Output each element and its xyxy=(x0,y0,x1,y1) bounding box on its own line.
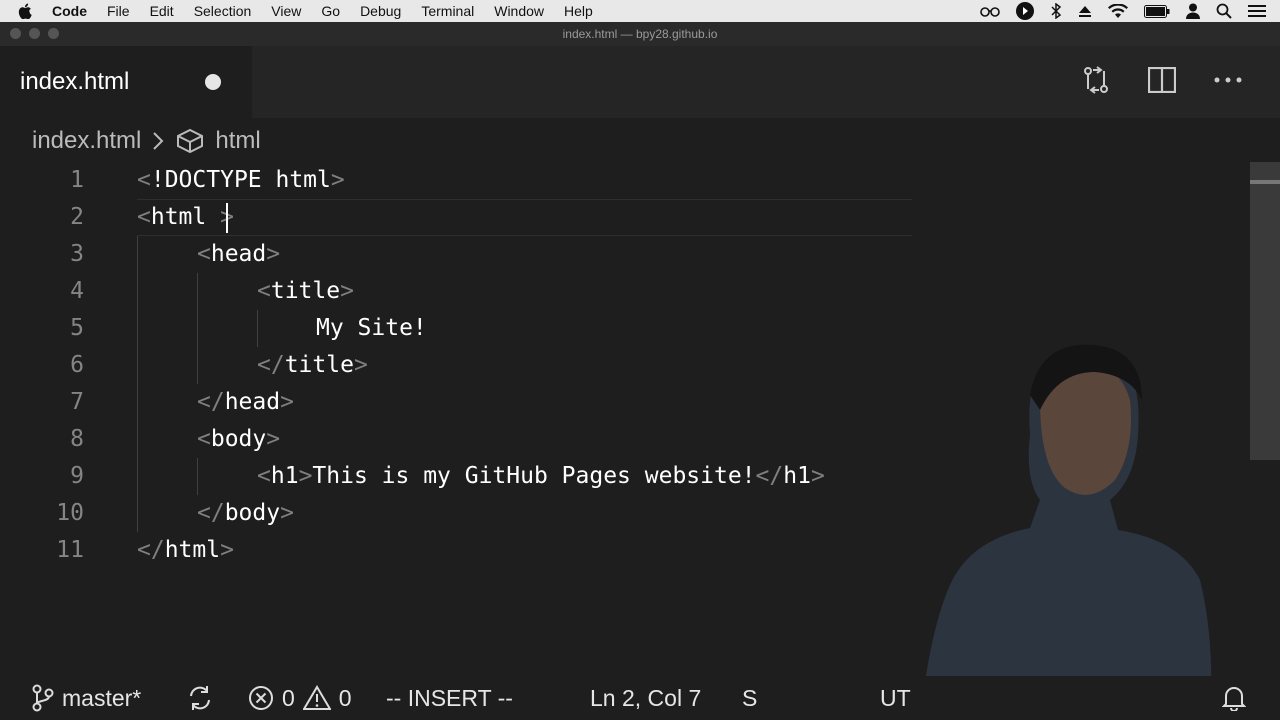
menu-file[interactable]: File xyxy=(107,3,130,19)
code-line: 4 <title> xyxy=(0,273,1250,310)
apple-icon[interactable] xyxy=(18,3,32,19)
play-circle-icon[interactable] xyxy=(1016,2,1034,20)
close-window-button[interactable] xyxy=(10,28,21,39)
bell-icon xyxy=(1222,687,1246,711)
menu-help[interactable]: Help xyxy=(564,3,593,19)
menu-edit[interactable]: Edit xyxy=(150,3,174,19)
error-icon xyxy=(249,686,273,710)
code-text: </html> xyxy=(137,537,234,563)
split-editor-icon[interactable] xyxy=(1146,64,1178,96)
menubar-status-area xyxy=(980,0,1266,22)
line-number: 9 xyxy=(70,463,84,489)
editor-tab-index-html[interactable]: index.html xyxy=(0,46,252,118)
code-text: </head> xyxy=(197,389,294,415)
status-item-partial-right-text: UT xyxy=(880,684,911,711)
line-number: 7 xyxy=(70,389,84,415)
status-item-partial[interactable]: S xyxy=(742,684,757,712)
code-line: 3 <head> xyxy=(0,236,1250,273)
editor-actions xyxy=(1080,64,1244,96)
warning-icon xyxy=(302,685,331,710)
chevron-right-icon xyxy=(153,132,164,150)
line-number: 10 xyxy=(56,500,84,526)
text-cursor xyxy=(226,203,228,233)
code-text: <body> xyxy=(197,426,281,452)
line-number: 8 xyxy=(70,426,84,452)
code-text: My Site! xyxy=(316,315,427,341)
line-number: 2 xyxy=(70,204,84,230)
menu-terminal[interactable]: Terminal xyxy=(421,3,474,19)
list-icon[interactable] xyxy=(1248,4,1266,18)
status-item-partial-right[interactable]: UT xyxy=(880,684,911,712)
menu-bar: Code File Edit Selection View Go Debug T… xyxy=(0,0,1280,22)
menu-code[interactable]: Code xyxy=(52,3,87,19)
scrollbar-thumb[interactable] xyxy=(1250,180,1280,184)
line-number: 5 xyxy=(70,315,84,341)
search-icon[interactable] xyxy=(1216,3,1232,19)
code-text: <title> xyxy=(257,278,354,304)
vim-mode: -- INSERT -- xyxy=(386,684,513,711)
glasses-icon[interactable] xyxy=(980,5,1000,17)
menu-view[interactable]: View xyxy=(271,3,301,19)
breadcrumb: index.html html xyxy=(32,122,261,160)
cursor-position[interactable]: Ln 2, Col 7 xyxy=(590,684,701,712)
code-text: <html > xyxy=(137,204,234,230)
code-line: 2 <html > xyxy=(0,199,1250,236)
minimize-window-button[interactable] xyxy=(29,28,40,39)
unsaved-dot-icon[interactable] xyxy=(205,74,221,90)
code-text: </body> xyxy=(197,500,294,526)
wifi-icon[interactable] xyxy=(1108,4,1128,18)
branch-name: master* xyxy=(62,684,142,711)
editor-tab-bar: index.html xyxy=(0,46,1280,118)
status-bar: master* 0 0 -- INSERT -- Ln 2, Col 7 S U… xyxy=(0,676,1280,720)
compare-changes-icon[interactable] xyxy=(1080,64,1112,96)
vim-mode-indicator: -- INSERT -- xyxy=(386,684,513,712)
window-title: index.html — bpy28.github.io xyxy=(562,27,718,41)
breadcrumb-symbol[interactable]: html xyxy=(215,127,260,155)
line-number: 11 xyxy=(56,537,84,563)
menu-selection[interactable]: Selection xyxy=(194,3,252,19)
menu-go[interactable]: Go xyxy=(321,3,340,19)
code-text: <!DOCTYPE html> xyxy=(137,167,345,193)
breadcrumb-file[interactable]: index.html xyxy=(32,127,141,155)
code-text: </title> xyxy=(257,352,368,378)
line-number: 4 xyxy=(70,278,84,304)
problems-indicator[interactable]: 0 0 xyxy=(248,684,352,712)
zoom-window-button[interactable] xyxy=(48,28,59,39)
git-branch-icon xyxy=(32,684,54,712)
presenter-overlay xyxy=(880,344,1212,720)
sync-button[interactable] xyxy=(186,684,214,712)
code-line: 1 <!DOCTYPE html> xyxy=(0,162,1250,199)
line-number: 6 xyxy=(70,352,84,378)
eject-icon[interactable] xyxy=(1078,4,1092,18)
menu-window[interactable]: Window xyxy=(494,3,544,19)
tab-title: index.html xyxy=(20,68,130,95)
cursor-position-text: Ln 2, Col 7 xyxy=(590,684,702,711)
battery-icon[interactable] xyxy=(1144,4,1170,18)
error-count: 0 xyxy=(282,684,295,711)
window-controls xyxy=(10,28,59,39)
line-number: 3 xyxy=(70,241,84,267)
git-branch-indicator[interactable]: master* xyxy=(32,684,141,712)
user-icon[interactable] xyxy=(1186,3,1200,19)
window-titlebar: index.html — bpy28.github.io xyxy=(0,22,1280,46)
bluetooth-icon[interactable] xyxy=(1050,3,1062,19)
symbol-module-icon xyxy=(177,128,204,154)
notifications-button[interactable] xyxy=(1222,684,1246,712)
code-text: <h1>This is my GitHub Pages website!</h1… xyxy=(257,463,825,489)
code-text: <head> xyxy=(197,241,281,267)
menu-debug[interactable]: Debug xyxy=(360,3,401,19)
line-number: 1 xyxy=(70,167,84,193)
sync-icon xyxy=(190,686,210,710)
status-item-partial-text: S xyxy=(742,684,758,711)
more-actions-icon[interactable] xyxy=(1212,64,1244,96)
warning-count: 0 xyxy=(338,684,352,711)
